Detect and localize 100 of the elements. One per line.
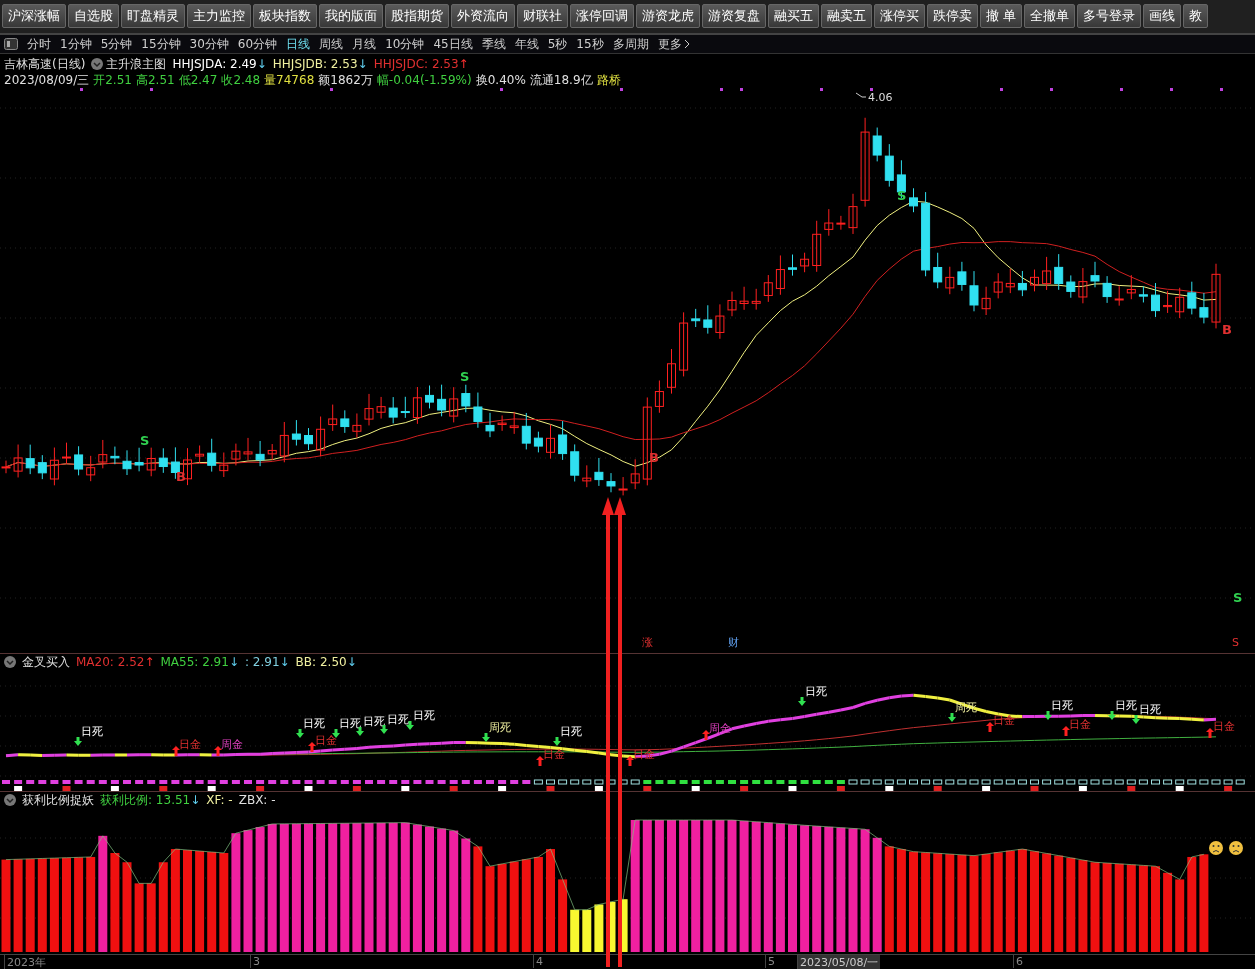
down-arrow-icon bbox=[1108, 711, 1116, 721]
period-tab[interactable]: 多周期 bbox=[612, 35, 649, 53]
toolbar-button[interactable]: 自选股 bbox=[68, 4, 119, 29]
period-tab[interactable]: 年线 bbox=[514, 35, 539, 53]
candlestick bbox=[1, 460, 11, 475]
candlestick bbox=[1163, 290, 1173, 314]
toolbar-button[interactable]: 画线 bbox=[1143, 4, 1182, 29]
toolbar-button[interactable]: 盯盘精灵 bbox=[121, 4, 185, 29]
panel-toggle-icon[interactable] bbox=[4, 38, 18, 51]
candlestick bbox=[546, 424, 555, 460]
candlestick bbox=[1042, 256, 1052, 291]
toolbar-button[interactable]: 沪深涨幅 bbox=[2, 4, 66, 29]
toolbar-button[interactable]: 游资龙虎 bbox=[636, 4, 700, 29]
trend-arrow: ↓ bbox=[279, 655, 290, 670]
toolbar-button[interactable]: 撤 单 bbox=[980, 4, 1023, 29]
candlestick bbox=[1078, 267, 1088, 305]
period-tab[interactable]: 5分钟 bbox=[100, 35, 133, 53]
period-tab[interactable]: 分时 bbox=[27, 35, 51, 53]
signal-label: 日金 bbox=[633, 748, 655, 762]
signal-label: 周金 bbox=[221, 738, 243, 752]
period-tab[interactable]: 1分钟 bbox=[60, 35, 92, 53]
signal-label: 日死 bbox=[805, 685, 827, 699]
period-tab[interactable]: 周线 bbox=[319, 35, 344, 53]
toolbar-button[interactable]: 游资复盘 bbox=[702, 4, 766, 29]
chevron-down-icon[interactable] bbox=[4, 656, 16, 669]
candlestick bbox=[473, 392, 483, 429]
toolbar-button[interactable]: 全撤单 bbox=[1024, 4, 1076, 29]
quote-field: 开2.51 bbox=[93, 71, 132, 89]
candlestick bbox=[158, 448, 168, 474]
period-tab[interactable]: 日线 bbox=[286, 35, 311, 53]
candlestick bbox=[485, 412, 495, 439]
up-arrow-icon bbox=[702, 730, 710, 741]
event-marker[interactable]: 涨 bbox=[642, 636, 653, 650]
candlestick bbox=[667, 348, 676, 395]
down-arrow-icon bbox=[1044, 711, 1052, 721]
signal-label: B bbox=[1222, 322, 1232, 338]
quote-field: 2023/08/09/三 bbox=[4, 71, 90, 89]
axis-label: 6 bbox=[1013, 955, 1025, 969]
signal-label: S bbox=[897, 188, 907, 204]
period-tab[interactable]: 60分钟 bbox=[237, 35, 278, 53]
candlestick bbox=[896, 160, 906, 200]
candlestick bbox=[654, 380, 664, 414]
toolbar-button[interactable]: 外资流向 bbox=[451, 4, 515, 29]
panel-title: 获利比例捉妖 bbox=[22, 791, 94, 809]
indicator-value: ZBX: - bbox=[238, 793, 276, 808]
candlestick bbox=[582, 465, 592, 489]
candlestick bbox=[437, 384, 447, 418]
period-tab[interactable]: 季线 bbox=[481, 35, 506, 53]
quote-field: 量74768 bbox=[264, 71, 315, 89]
toolbar-button[interactable]: 跌停卖 bbox=[927, 4, 978, 29]
candlestick bbox=[1030, 269, 1039, 293]
candlestick bbox=[110, 446, 120, 466]
down-arrow-icon bbox=[482, 733, 490, 743]
up-arrow-icon bbox=[986, 722, 994, 733]
period-tab[interactable]: 45日线 bbox=[433, 35, 473, 53]
toolbar-button[interactable]: 板块指数 bbox=[253, 4, 317, 29]
toolbar-button[interactable]: 主力监控 bbox=[187, 4, 251, 29]
more-link[interactable]: 更多 bbox=[657, 35, 682, 53]
period-tab[interactable]: 15分钟 bbox=[141, 35, 181, 53]
indicator-value: MA20: 2.52 bbox=[76, 655, 145, 670]
toolbar-button[interactable]: 多号登录 bbox=[1077, 4, 1142, 29]
candlestick bbox=[1102, 276, 1112, 304]
signal-label: 日金 bbox=[1069, 718, 1091, 732]
toolbar-button[interactable]: 股指期货 bbox=[385, 4, 449, 29]
period-tab[interactable]: 月线 bbox=[352, 35, 377, 53]
toolbar-button[interactable]: 我的版面 bbox=[319, 4, 383, 29]
event-marker[interactable]: 财 bbox=[728, 636, 739, 650]
down-arrow-icon bbox=[553, 737, 561, 747]
signal-label: B bbox=[176, 469, 186, 485]
candlestick bbox=[497, 415, 507, 432]
quote-field: 低2.47 bbox=[178, 71, 218, 89]
candlestick bbox=[207, 438, 217, 473]
chevron-down-icon[interactable] bbox=[4, 794, 16, 807]
candlestick bbox=[122, 450, 132, 476]
axis-label: 2023年 bbox=[4, 955, 48, 969]
down-arrow-icon bbox=[74, 737, 82, 747]
up-arrow-icon bbox=[536, 756, 544, 767]
toolbar-button[interactable]: 财联社 bbox=[517, 4, 568, 29]
candlestick bbox=[1199, 292, 1209, 325]
signal-label: S bbox=[140, 433, 150, 449]
candlestick bbox=[1151, 283, 1160, 318]
toolbar-button[interactable]: 融买五 bbox=[768, 4, 819, 29]
chevron-down-icon[interactable] bbox=[91, 58, 104, 71]
period-tab[interactable]: 10分钟 bbox=[385, 35, 425, 53]
candlestick bbox=[25, 444, 35, 476]
event-marker[interactable]: S bbox=[1232, 636, 1239, 650]
candlestick bbox=[763, 274, 773, 303]
period-tab[interactable]: 15秒 bbox=[576, 35, 604, 53]
axis-label: 4 bbox=[533, 955, 545, 969]
period-tab[interactable]: 30分钟 bbox=[189, 35, 229, 53]
face-icon bbox=[1229, 841, 1243, 856]
candlestick bbox=[340, 410, 350, 434]
signal-label: 周死 bbox=[955, 701, 977, 715]
toolbar-button[interactable]: 融卖五 bbox=[821, 4, 872, 29]
axis-label: 3 bbox=[250, 955, 262, 969]
candlestick bbox=[425, 385, 434, 410]
toolbar-button[interactable]: 教 bbox=[1183, 4, 1209, 29]
toolbar-button[interactable]: 涨停买 bbox=[874, 4, 925, 29]
period-tab[interactable]: 5秒 bbox=[547, 35, 568, 53]
toolbar-button[interactable]: 涨停回调 bbox=[570, 4, 634, 29]
